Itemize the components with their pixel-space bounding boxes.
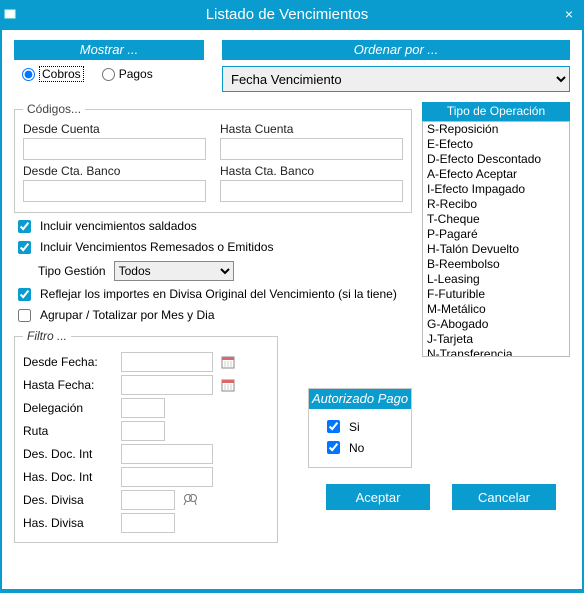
calendar-icon[interactable] [219, 353, 237, 371]
check-remesados-input[interactable] [18, 241, 31, 254]
list-item[interactable]: F-Futurible [423, 287, 569, 302]
autorizado-box: Autorizado Pago Si No [308, 388, 412, 468]
hasta-cuenta-input[interactable] [220, 138, 403, 160]
list-item[interactable]: A-Efecto Aceptar [423, 167, 569, 182]
hasta-fecha-input[interactable] [121, 375, 213, 395]
hasta-fecha-label: Hasta Fecha: [23, 378, 115, 392]
check-agrupar-label: Agrupar / Totalizar por Mes y Dia [40, 308, 215, 322]
check-si[interactable]: Si [323, 417, 401, 436]
check-remesados[interactable]: Incluir Vencimientos Remesados o Emitido… [14, 240, 412, 257]
has-div-label: Has. Divisa [23, 516, 115, 530]
list-item[interactable]: H-Talón Devuelto [423, 242, 569, 257]
check-reflejar-input[interactable] [18, 288, 31, 301]
codigos-legend: Códigos... [23, 102, 85, 116]
check-no-label: No [349, 441, 364, 455]
des-doc-label: Des. Doc. Int [23, 447, 115, 461]
des-doc-input[interactable] [121, 444, 213, 464]
check-saldados[interactable]: Incluir vencimientos saldados [14, 219, 412, 236]
codigos-fieldset: Códigos... Desde Cuenta Hasta Cuenta Des… [14, 102, 412, 213]
tipo-gestion-label: Tipo Gestión [38, 264, 106, 278]
has-div-input[interactable] [121, 513, 175, 533]
titlebar: Listado de Vencimientos × [0, 0, 584, 28]
radio-pagos-input[interactable] [102, 68, 115, 81]
desde-cuenta-input[interactable] [23, 138, 206, 160]
window-title: Listado de Vencimientos [20, 6, 554, 23]
check-reflejar[interactable]: Reflejar los importes en Divisa Original… [14, 287, 412, 304]
ordenar-heading: Ordenar por ... [222, 40, 570, 60]
check-saldados-label: Incluir vencimientos saldados [40, 219, 197, 233]
app-icon [0, 8, 20, 20]
radio-cobros-label: Cobros [39, 66, 84, 82]
list-item[interactable]: L-Leasing [423, 272, 569, 287]
tipo-gestion-select[interactable]: Todos [114, 261, 234, 281]
radio-pagos[interactable]: Pagos [102, 66, 153, 82]
des-div-label: Des. Divisa [23, 493, 115, 507]
list-item[interactable]: R-Recibo [423, 197, 569, 212]
list-item[interactable]: B-Reembolso [423, 257, 569, 272]
ordenar-select[interactable]: Fecha Vencimiento [222, 66, 570, 92]
check-si-label: Si [349, 420, 360, 434]
desde-cuenta-label: Desde Cuenta [23, 122, 206, 136]
desde-banco-label: Desde Cta. Banco [23, 164, 206, 178]
has-doc-label: Has. Doc. Int [23, 470, 115, 484]
hasta-banco-input[interactable] [220, 180, 403, 202]
list-item[interactable]: D-Efecto Descontado [423, 152, 569, 167]
list-item[interactable]: I-Efecto Impagado [423, 182, 569, 197]
mostrar-heading: Mostrar ... [14, 40, 204, 60]
radio-cobros[interactable]: Cobros [22, 66, 84, 82]
search-icon[interactable] [181, 491, 199, 509]
check-agrupar-input[interactable] [18, 309, 31, 322]
check-no-input[interactable] [327, 441, 340, 454]
list-item[interactable]: S-Reposición [423, 122, 569, 137]
radio-cobros-input[interactable] [22, 68, 35, 81]
tipo-operacion-heading: Tipo de Operación [422, 102, 570, 121]
check-no[interactable]: No [323, 438, 401, 457]
list-item[interactable]: P-Pagaré [423, 227, 569, 242]
filtro-fieldset: Filtro ... Desde Fecha: Hasta Fecha: [14, 329, 278, 543]
tipo-operacion-list[interactable]: S-ReposiciónE-EfectoD-Efecto DescontadoA… [422, 121, 570, 357]
autorizado-heading: Autorizado Pago [309, 389, 411, 409]
list-item[interactable]: J-Tarjeta [423, 332, 569, 347]
radio-pagos-label: Pagos [119, 67, 153, 81]
cancelar-button[interactable]: Cancelar [452, 484, 556, 510]
ruta-label: Ruta [23, 424, 115, 438]
close-icon[interactable]: × [554, 6, 584, 22]
calendar-icon[interactable] [219, 376, 237, 394]
check-remesados-label: Incluir Vencimientos Remesados o Emitido… [40, 240, 273, 254]
delegacion-label: Delegación [23, 401, 115, 415]
desde-fecha-input[interactable] [121, 352, 213, 372]
aceptar-button[interactable]: Aceptar [326, 484, 430, 510]
list-item[interactable]: N-Transferencia [423, 347, 569, 357]
has-doc-input[interactable] [121, 467, 213, 487]
hasta-cuenta-label: Hasta Cuenta [220, 122, 403, 136]
list-item[interactable]: E-Efecto [423, 137, 569, 152]
desde-banco-input[interactable] [23, 180, 206, 202]
ruta-input[interactable] [121, 421, 165, 441]
hasta-banco-label: Hasta Cta. Banco [220, 164, 403, 178]
check-si-input[interactable] [327, 420, 340, 433]
list-item[interactable]: T-Cheque [423, 212, 569, 227]
check-agrupar[interactable]: Agrupar / Totalizar por Mes y Dia [14, 308, 412, 325]
list-item[interactable]: M-Metálico [423, 302, 569, 317]
filtro-legend: Filtro ... [23, 329, 71, 343]
check-saldados-input[interactable] [18, 220, 31, 233]
desde-fecha-label: Desde Fecha: [23, 355, 115, 369]
check-reflejar-label: Reflejar los importes en Divisa Original… [40, 287, 397, 301]
delegacion-input[interactable] [121, 398, 165, 418]
list-item[interactable]: G-Abogado [423, 317, 569, 332]
des-div-input[interactable] [121, 490, 175, 510]
